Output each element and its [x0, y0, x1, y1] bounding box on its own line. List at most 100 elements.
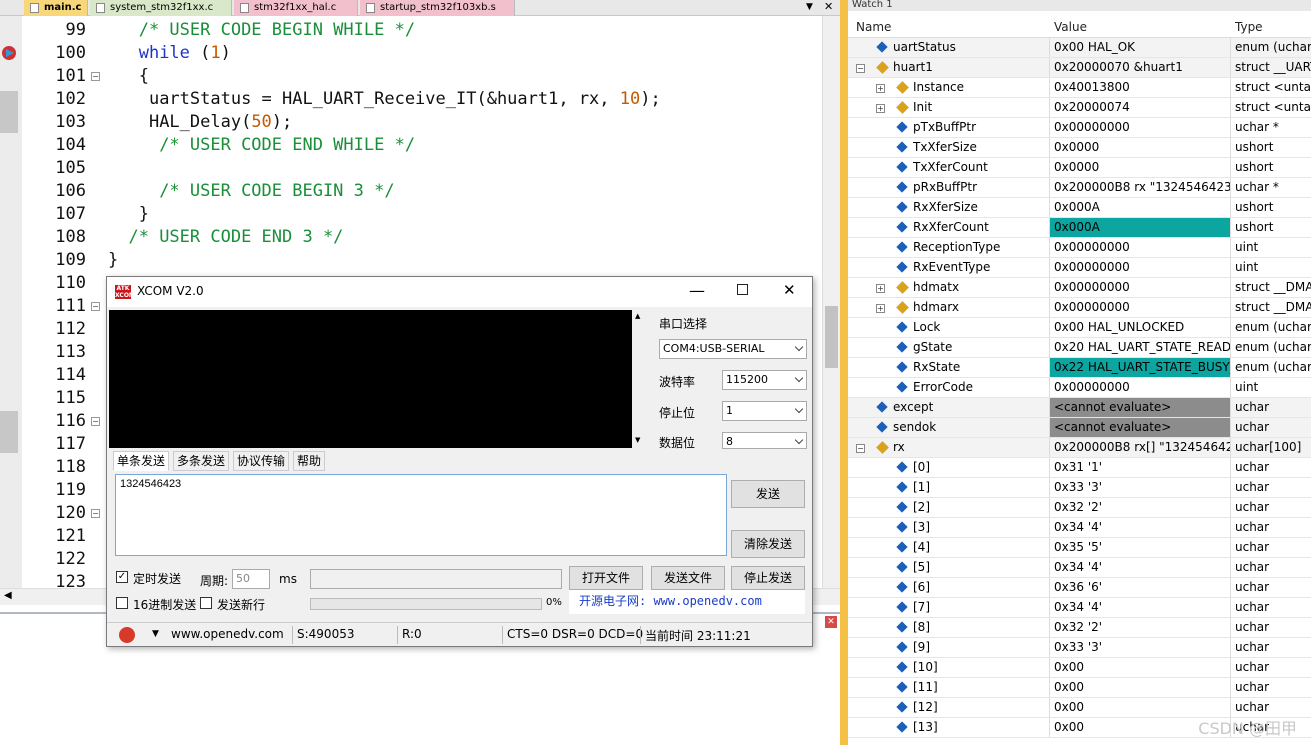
- watch-row[interactable]: [9] 0x33 '3' uchar: [848, 638, 1311, 658]
- column-type[interactable]: Type: [1235, 20, 1263, 34]
- watch-value[interactable]: 0x34 '4': [1049, 598, 1230, 617]
- watch-row[interactable]: [1] 0x33 '3' uchar: [848, 478, 1311, 498]
- watch-row[interactable]: [6] 0x36 '6' uchar: [848, 578, 1311, 598]
- watch-value[interactable]: 0x00000000: [1049, 298, 1230, 317]
- code-line[interactable]: /* USER CODE BEGIN 3 */: [108, 181, 394, 201]
- status-url[interactable]: www.openedv.com: [171, 627, 284, 641]
- scroll-up-icon[interactable]: ▲: [635, 312, 640, 320]
- watch-row[interactable]: Lock 0x00 HAL_UNLOCKED enum (uchar): [848, 318, 1311, 338]
- close-icon[interactable]: ✕: [825, 616, 837, 628]
- collapse-icon[interactable]: −: [856, 444, 865, 453]
- scroll-left-icon[interactable]: ◀: [4, 590, 12, 601]
- expand-icon[interactable]: +: [876, 104, 885, 113]
- watch-row[interactable]: [8] 0x32 '2' uchar: [848, 618, 1311, 638]
- watch-value[interactable]: 0x000A: [1049, 218, 1230, 237]
- watch-value[interactable]: 0x20000074: [1049, 98, 1230, 117]
- watch-row[interactable]: RxState 0x22 HAL_UART_STATE_BUSY_RXenum (…: [848, 358, 1311, 378]
- watch-value[interactable]: 0x00000000: [1049, 258, 1230, 277]
- column-value[interactable]: Value: [1054, 20, 1087, 34]
- tab-multi-send[interactable]: 多条发送: [173, 451, 230, 471]
- editor-vertical-scrollbar[interactable]: [822, 16, 840, 591]
- tab-system-stm32f1xx[interactable]: system_stm32f1xx.c: [90, 0, 232, 16]
- newline-checkbox[interactable]: [200, 597, 212, 609]
- watch-row[interactable]: pRxBuffPtr 0x200000B8 rx "1324546423" ucha…: [848, 178, 1311, 198]
- code-line[interactable]: {: [108, 66, 149, 86]
- openedv-link[interactable]: 开源电子网: www.openedv.com: [569, 590, 805, 614]
- stop-bits-select[interactable]: 1: [722, 401, 807, 421]
- watch-value[interactable]: 0x32 '2': [1049, 498, 1230, 517]
- watch-value[interactable]: 0x0000: [1049, 138, 1230, 157]
- hex-send-checkbox[interactable]: [116, 597, 128, 609]
- tab-stm32f1xx-hal[interactable]: stm32f1xx_hal.c: [234, 0, 358, 16]
- expand-icon[interactable]: +: [876, 284, 885, 293]
- watch-value[interactable]: 0x33 '3': [1049, 478, 1230, 497]
- code-line[interactable]: HAL_Delay(50);: [108, 112, 292, 132]
- watch-value[interactable]: 0x34 '4': [1049, 558, 1230, 577]
- watch-value[interactable]: 0x00000000: [1049, 278, 1230, 297]
- timed-send-checkbox[interactable]: ✓: [116, 571, 128, 583]
- watch-value[interactable]: 0x40013800: [1049, 78, 1230, 97]
- close-icon[interactable]: ✕: [783, 281, 796, 299]
- port-select[interactable]: COM4:USB-SERIAL: [659, 339, 807, 359]
- code-line[interactable]: /* USER CODE END 3 */: [108, 227, 343, 247]
- watch-row[interactable]: [2] 0x32 '2' uchar: [848, 498, 1311, 518]
- watch-value[interactable]: 0x000A: [1049, 198, 1230, 217]
- watch-value[interactable]: 0x0000: [1049, 158, 1230, 177]
- maximize-icon[interactable]: [737, 284, 748, 295]
- watch-row[interactable]: ErrorCode 0x00000000 uint: [848, 378, 1311, 398]
- watch-row[interactable]: uartStatus 0x00 HAL_OK enum (uchar): [848, 38, 1311, 58]
- watch-row[interactable]: [3] 0x34 '4' uchar: [848, 518, 1311, 538]
- watch-value[interactable]: 0x00000000: [1049, 238, 1230, 257]
- watch-row[interactable]: except <cannot evaluate> uchar: [848, 398, 1311, 418]
- tab-protocol[interactable]: 协议传输: [233, 451, 290, 471]
- watch-value[interactable]: 0x00: [1049, 678, 1230, 697]
- tab-startup[interactable]: startup_stm32f103xb.s: [360, 0, 515, 16]
- expand-icon[interactable]: +: [876, 84, 885, 93]
- watch-row[interactable]: gState 0x20 HAL_UART_STATE_READY enum (uch…: [848, 338, 1311, 358]
- record-icon[interactable]: [119, 627, 135, 643]
- watch-value[interactable]: 0x36 '6': [1049, 578, 1230, 597]
- watch-value[interactable]: 0x34 '4': [1049, 518, 1230, 537]
- tab-single-send[interactable]: 单条发送: [113, 451, 170, 471]
- watch-value[interactable]: 0x00000000: [1049, 118, 1230, 137]
- fold-toggle-icon[interactable]: −: [91, 302, 100, 311]
- send-button[interactable]: 发送: [731, 480, 805, 508]
- watch-row[interactable]: [0] 0x31 '1' uchar: [848, 458, 1311, 478]
- watch-value[interactable]: 0x33 '3': [1049, 638, 1230, 657]
- watch-value[interactable]: <cannot evaluate>: [1049, 398, 1230, 417]
- watch-row[interactable]: TxXferSize 0x0000 ushort: [848, 138, 1311, 158]
- fold-toggle-icon[interactable]: −: [91, 417, 100, 426]
- pane-splitter[interactable]: [840, 0, 848, 745]
- watch-row[interactable]: sendok <cannot evaluate> uchar: [848, 418, 1311, 438]
- code-line[interactable]: /* USER CODE BEGIN WHILE */: [108, 20, 415, 40]
- open-file-button[interactable]: 打开文件: [569, 566, 643, 590]
- expand-icon[interactable]: +: [876, 304, 885, 313]
- watch-row[interactable]: ReceptionType 0x00000000 uint: [848, 238, 1311, 258]
- scroll-thumb[interactable]: [825, 306, 838, 368]
- watch-row[interactable]: [4] 0x35 '5' uchar: [848, 538, 1311, 558]
- tab-help[interactable]: 帮助: [293, 451, 326, 471]
- watch-value[interactable]: 0x35 '5': [1049, 538, 1230, 557]
- send-input[interactable]: 1324546423: [115, 474, 727, 556]
- baud-select[interactable]: 115200: [722, 370, 807, 390]
- fold-toggle-icon[interactable]: −: [91, 72, 100, 81]
- chevron-down-icon[interactable]: ▼: [152, 629, 159, 639]
- watch-value[interactable]: 0x00000000: [1049, 378, 1230, 397]
- watch-value[interactable]: 0x32 '2': [1049, 618, 1230, 637]
- tab-list-icon[interactable]: ▼: [806, 2, 813, 12]
- watch-value[interactable]: 0x00: [1049, 658, 1230, 677]
- watch-row[interactable]: [11] 0x00 uchar: [848, 678, 1311, 698]
- code-line[interactable]: /* USER CODE END WHILE */: [108, 135, 415, 155]
- clear-send-button[interactable]: 清除发送: [731, 530, 805, 558]
- watch-row[interactable]: + hdmatx 0x00000000struct __DMA_I: [848, 278, 1311, 298]
- close-icon[interactable]: ✕: [824, 0, 833, 13]
- watch-value[interactable]: 0x00 HAL_OK: [1049, 38, 1230, 57]
- watch-value[interactable]: 0x20 HAL_UART_STATE_READY: [1049, 338, 1230, 357]
- watch-value[interactable]: 0x00 HAL_UNLOCKED: [1049, 318, 1230, 337]
- breakpoint-gutter[interactable]: [0, 16, 22, 591]
- file-path-field[interactable]: [310, 569, 562, 589]
- scroll-down-icon[interactable]: ▼: [635, 436, 640, 444]
- fold-toggle-icon[interactable]: −: [91, 509, 100, 518]
- watch-row[interactable]: + Instance 0x40013800struct <untagg: [848, 78, 1311, 98]
- send-file-button[interactable]: 发送文件: [651, 566, 725, 590]
